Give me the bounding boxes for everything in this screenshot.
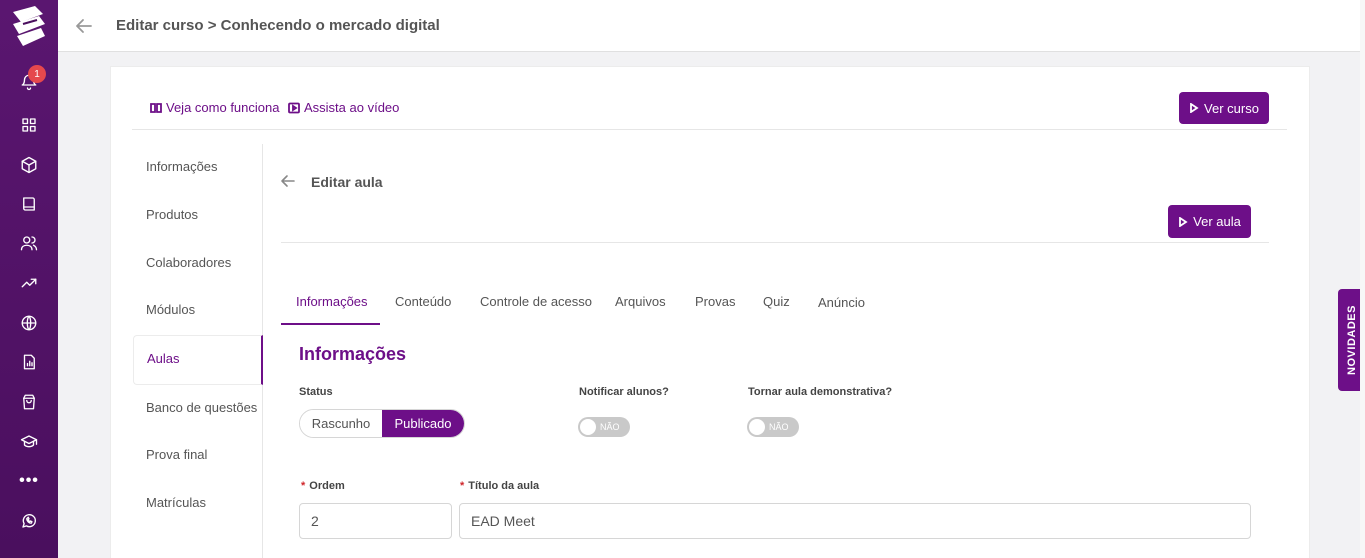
subnav-item-produtos[interactable]: Produtos (146, 207, 198, 222)
tab-anuncio[interactable]: Anúncio (818, 295, 865, 310)
view-lesson-label: Ver aula (1193, 214, 1241, 229)
globe-icon[interactable] (17, 311, 41, 335)
shopping-bag-icon[interactable] (17, 390, 41, 414)
how-it-works-label: Veja como funciona (166, 100, 280, 115)
cube-icon[interactable] (17, 153, 41, 177)
status-label: Status (299, 386, 333, 398)
users-icon[interactable] (17, 231, 41, 255)
active-tab-underline (281, 323, 380, 325)
status-segmented-control: Rascunho Publicado (299, 409, 465, 438)
toggle-knob (749, 419, 765, 435)
toggle-state-text: NÃO (600, 422, 620, 432)
required-mark: * (301, 480, 306, 492)
lesson-title-label-text: Título da aula (468, 480, 540, 492)
watch-video-link[interactable]: Assista ao vídeo (288, 100, 399, 115)
tab-quiz[interactable]: Quiz (763, 294, 790, 309)
page-scrollbar[interactable] (1360, 0, 1365, 558)
lesson-header-divider (281, 242, 1269, 243)
required-mark: * (460, 480, 465, 492)
notify-students-label: Notificar alunos? (579, 386, 669, 398)
open-book-icon (150, 102, 162, 113)
subnav-item-modulos[interactable]: Módulos (146, 302, 195, 317)
sidebar: 1 ••• (0, 0, 58, 558)
page-breadcrumb-title: Editar curso > Conhecendo o mercado digi… (116, 17, 440, 34)
order-label-text: Ordem (309, 480, 345, 492)
tab-arquivos[interactable]: Arquivos (615, 294, 666, 309)
subnav-item-informacoes[interactable]: Informações (146, 159, 218, 174)
view-course-button[interactable]: Ver curso (1179, 92, 1269, 124)
top-bar: Editar curso > Conhecendo o mercado digi… (58, 0, 1365, 52)
play-icon (1179, 216, 1188, 227)
whatsapp-icon[interactable] (17, 509, 41, 533)
order-input[interactable]: 2 (299, 503, 452, 539)
tab-controle-de-acesso[interactable]: Controle de acesso (480, 294, 592, 309)
dashboard-grid-icon[interactable] (17, 113, 41, 137)
course-editor-card (110, 66, 1310, 558)
brand-logo-icon[interactable] (9, 4, 49, 48)
lesson-title: Editar aula (311, 174, 383, 190)
watch-video-label: Assista ao vídeo (304, 100, 400, 115)
status-option-rascunho[interactable]: Rascunho (300, 410, 382, 437)
notify-students-toggle[interactable]: NÃO (578, 417, 630, 437)
back-arrow-icon[interactable] (74, 16, 94, 36)
section-title: Informações (299, 344, 407, 364)
notification-badge: 1 (28, 65, 46, 83)
demo-lesson-label: Tornar aula demonstrativa? (748, 386, 893, 398)
header-divider (132, 129, 1287, 130)
subnav-item-banco-de-questoes[interactable]: Banco de questões (146, 400, 257, 415)
play-icon (1190, 103, 1199, 113)
lesson-title-input[interactable]: EAD Meet (459, 503, 1251, 539)
subnav-item-prova-final[interactable]: Prova final (146, 447, 207, 462)
toggle-state-text: NÃO (769, 422, 789, 432)
subnav-item-matriculas[interactable]: Matrículas (146, 495, 206, 510)
toggle-knob (580, 419, 596, 435)
tab-conteudo[interactable]: Conteúdo (395, 294, 451, 309)
view-lesson-button[interactable]: Ver aula (1168, 205, 1251, 238)
book-icon[interactable] (17, 192, 41, 216)
demo-lesson-toggle[interactable]: NÃO (747, 417, 799, 437)
status-option-publicado[interactable]: Publicado (382, 410, 464, 437)
more-options-icon[interactable]: ••• (17, 469, 41, 493)
view-course-label: Ver curso (1204, 100, 1259, 116)
order-label: * Ordem (301, 480, 345, 492)
tab-informacoes[interactable]: Informações (296, 294, 368, 309)
report-chart-icon[interactable] (17, 350, 41, 374)
lesson-title-label: * Título da aula (460, 480, 539, 492)
subnav-item-colaboradores[interactable]: Colaboradores (146, 255, 231, 270)
how-it-works-link[interactable]: Veja como funciona (150, 100, 279, 115)
subnav-item-aulas[interactable]: Aulas (147, 351, 180, 366)
novidades-label: NOVIDADES (1345, 305, 1358, 375)
video-play-icon (288, 102, 300, 113)
lesson-back-arrow-icon[interactable] (280, 173, 296, 189)
graduation-cap-icon[interactable] (17, 430, 41, 454)
trending-up-icon[interactable] (17, 271, 41, 295)
tab-provas[interactable]: Provas (695, 294, 735, 309)
